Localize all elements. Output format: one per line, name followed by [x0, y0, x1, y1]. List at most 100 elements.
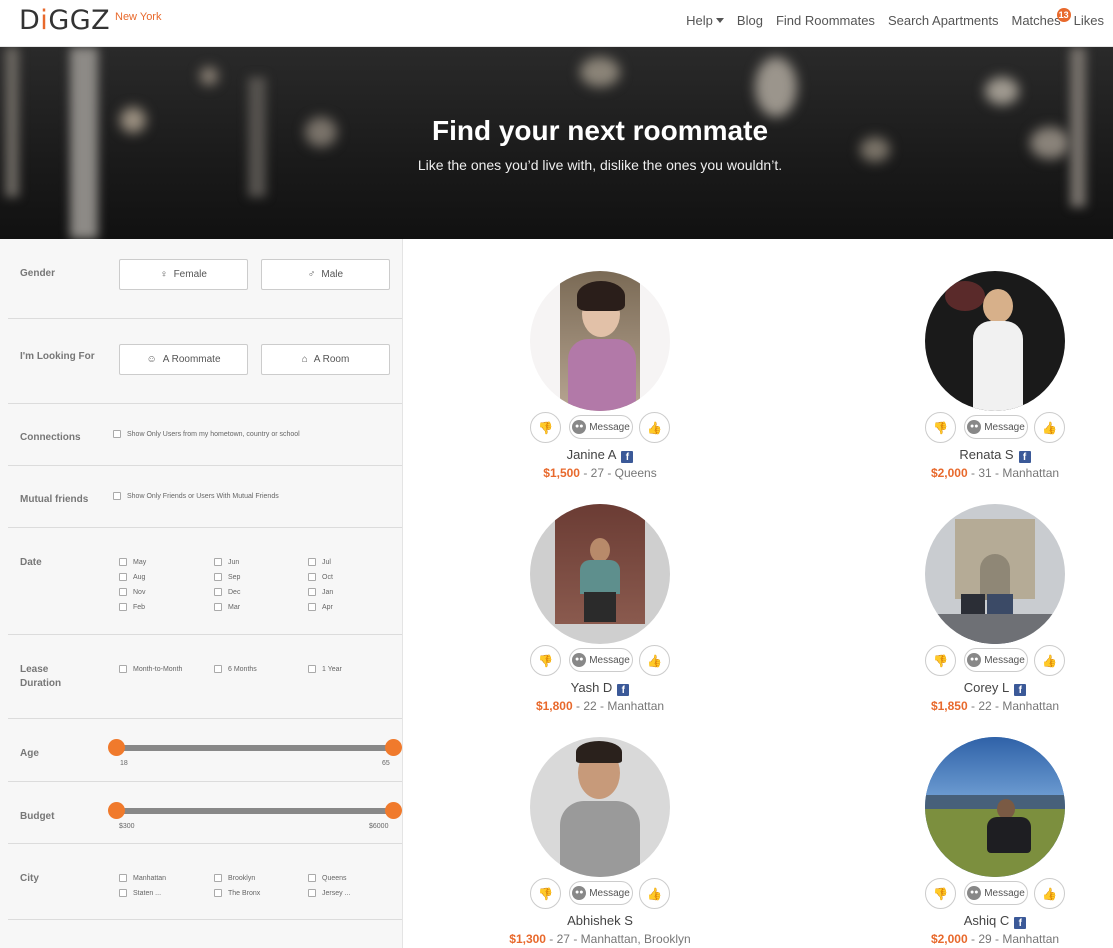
month-label: Aug: [133, 573, 146, 581]
date-checkbox-apr[interactable]: Apr: [308, 603, 333, 611]
profile-name[interactable]: Corey L f: [885, 680, 1105, 696]
city-checkbox-brooklyn[interactable]: Brooklyn: [214, 874, 255, 882]
age-label: Age: [20, 748, 39, 759]
checkbox-icon: [214, 573, 222, 581]
dislike-button[interactable]: 👎: [925, 412, 956, 443]
month-label: May: [133, 558, 147, 566]
nav-help[interactable]: Help: [686, 13, 724, 28]
date-checkbox-jun[interactable]: Jun: [214, 558, 239, 566]
message-label: Message: [589, 887, 630, 899]
date-checkbox-mar[interactable]: Mar: [214, 603, 240, 611]
city-checkbox-queens[interactable]: Queens: [308, 874, 347, 882]
chat-icon: ●●: [572, 653, 587, 667]
date-checkbox-jul[interactable]: Jul: [308, 558, 331, 566]
city-option-label: Staten ...: [133, 889, 162, 897]
city-checkbox-manhattan[interactable]: Manhattan: [119, 874, 166, 882]
like-button[interactable]: 👍: [639, 878, 670, 909]
thumbs-up-icon: 👍: [1042, 420, 1057, 435]
female-icon: ♀: [160, 269, 168, 280]
budget-filter: Budget $300 $6000: [8, 782, 402, 844]
like-button[interactable]: 👍: [1034, 645, 1065, 676]
connections-checkbox[interactable]: Show Only Users from my hometown, countr…: [113, 430, 300, 438]
checkbox-icon: [119, 588, 127, 596]
profile-name[interactable]: Abhishek S: [490, 913, 710, 928]
diggz-logo[interactable]: DiGGZ: [19, 5, 110, 36]
chat-icon: ●●: [967, 886, 982, 900]
message-button[interactable]: ●● Message: [964, 648, 1028, 672]
profile-meta: $1,800 - 22 - Manhattan: [490, 699, 710, 713]
city-label[interactable]: New York: [115, 11, 161, 23]
nav-likes[interactable]: Likes: [1074, 13, 1104, 28]
message-button[interactable]: ●● Message: [569, 881, 633, 905]
date-checkbox-feb[interactable]: Feb: [119, 603, 145, 611]
like-button[interactable]: 👍: [1034, 412, 1065, 443]
message-button[interactable]: ●● Message: [569, 415, 633, 439]
male-button-label: Male: [321, 269, 344, 280]
nav-find-roommates[interactable]: Find Roommates: [776, 13, 875, 28]
profile-name[interactable]: Ashiq C f: [885, 913, 1105, 929]
profile-avatar[interactable]: [925, 504, 1065, 644]
date-checkbox-sep[interactable]: Sep: [214, 573, 240, 581]
male-icon: ♂: [307, 269, 316, 280]
smile-icon: ☺: [146, 354, 157, 365]
city-checkbox-jersey[interactable]: Jersey ...: [308, 889, 350, 897]
hero-banner: Find your next roommate Like the ones yo…: [0, 47, 1113, 239]
dislike-button[interactable]: 👎: [530, 645, 561, 676]
age-range-slider[interactable]: [108, 739, 402, 756]
profile-name[interactable]: Janine A f: [490, 447, 710, 463]
nav-search-apartments[interactable]: Search Apartments: [888, 13, 999, 28]
lease-checkbox-month-to-month[interactable]: Month-to-Month: [119, 665, 182, 673]
checkbox-icon: [308, 588, 316, 596]
thumbs-down-icon: 👎: [538, 420, 553, 435]
female-button[interactable]: ♀ Female: [119, 259, 248, 290]
dislike-button[interactable]: 👎: [530, 878, 561, 909]
profile-name[interactable]: Renata S f: [885, 447, 1105, 463]
profile-details: - 27 - Queens: [579, 466, 657, 480]
male-button[interactable]: ♂ Male: [261, 259, 390, 290]
room-button[interactable]: ⌂ A Room: [261, 344, 390, 375]
nav-matches-label: Matches: [1011, 13, 1061, 28]
profile-avatar[interactable]: [530, 737, 670, 877]
age-min-handle[interactable]: [108, 739, 125, 756]
profile-price: $1,800: [535, 699, 573, 713]
nav-blog[interactable]: Blog: [737, 13, 763, 28]
city-checkbox-bronx[interactable]: The Bronx: [214, 889, 260, 897]
message-button[interactable]: ●● Message: [964, 881, 1028, 905]
like-button[interactable]: 👍: [1034, 878, 1065, 909]
lease-checkbox-6-months[interactable]: 6 Months: [214, 665, 257, 673]
lease-checkbox-1-year[interactable]: 1 Year: [308, 665, 342, 673]
profile-name[interactable]: Yash D f: [490, 680, 710, 696]
like-button[interactable]: 👍: [639, 412, 670, 443]
like-button[interactable]: 👍: [639, 645, 670, 676]
message-button[interactable]: ●● Message: [569, 648, 633, 672]
profile-avatar[interactable]: [925, 271, 1065, 411]
date-checkbox-aug[interactable]: Aug: [119, 573, 145, 581]
city-checkbox-staten[interactable]: Staten ...: [119, 889, 161, 897]
checkbox-icon: [119, 665, 127, 673]
roommate-button[interactable]: ☺ A Roommate: [119, 344, 248, 375]
budget-range-slider[interactable]: [108, 802, 402, 819]
message-label: Message: [984, 887, 1025, 899]
date-checkbox-may[interactable]: May: [119, 558, 146, 566]
date-checkbox-nov[interactable]: Nov: [119, 588, 145, 596]
date-checkbox-jan[interactable]: Jan: [308, 588, 333, 596]
profile-details: - 22 - Manhattan: [967, 699, 1060, 713]
mutual-friends-checkbox[interactable]: Show Only Friends or Users With Mutual F…: [113, 492, 279, 500]
age-max-handle[interactable]: [385, 739, 402, 756]
dislike-button[interactable]: 👎: [925, 878, 956, 909]
thumbs-down-icon: 👎: [933, 653, 948, 668]
nav-matches[interactable]: Matches 13: [1011, 8, 1071, 28]
dislike-button[interactable]: 👎: [925, 645, 956, 676]
date-checkbox-oct[interactable]: Oct: [308, 573, 333, 581]
top-navbar: DiGGZ New York Help Blog Find Roommates …: [0, 0, 1113, 47]
budget-min-handle[interactable]: [108, 802, 125, 819]
budget-max-handle[interactable]: [385, 802, 402, 819]
dislike-button[interactable]: 👎: [530, 412, 561, 443]
profile-avatar[interactable]: [530, 271, 670, 411]
profile-avatar[interactable]: [925, 737, 1065, 877]
profile-avatar[interactable]: [530, 504, 670, 644]
profile-actions: 👎 ●● Message 👍: [490, 412, 710, 443]
facebook-icon: f: [1014, 917, 1027, 929]
date-checkbox-dec[interactable]: Dec: [214, 588, 240, 596]
message-button[interactable]: ●● Message: [964, 415, 1028, 439]
